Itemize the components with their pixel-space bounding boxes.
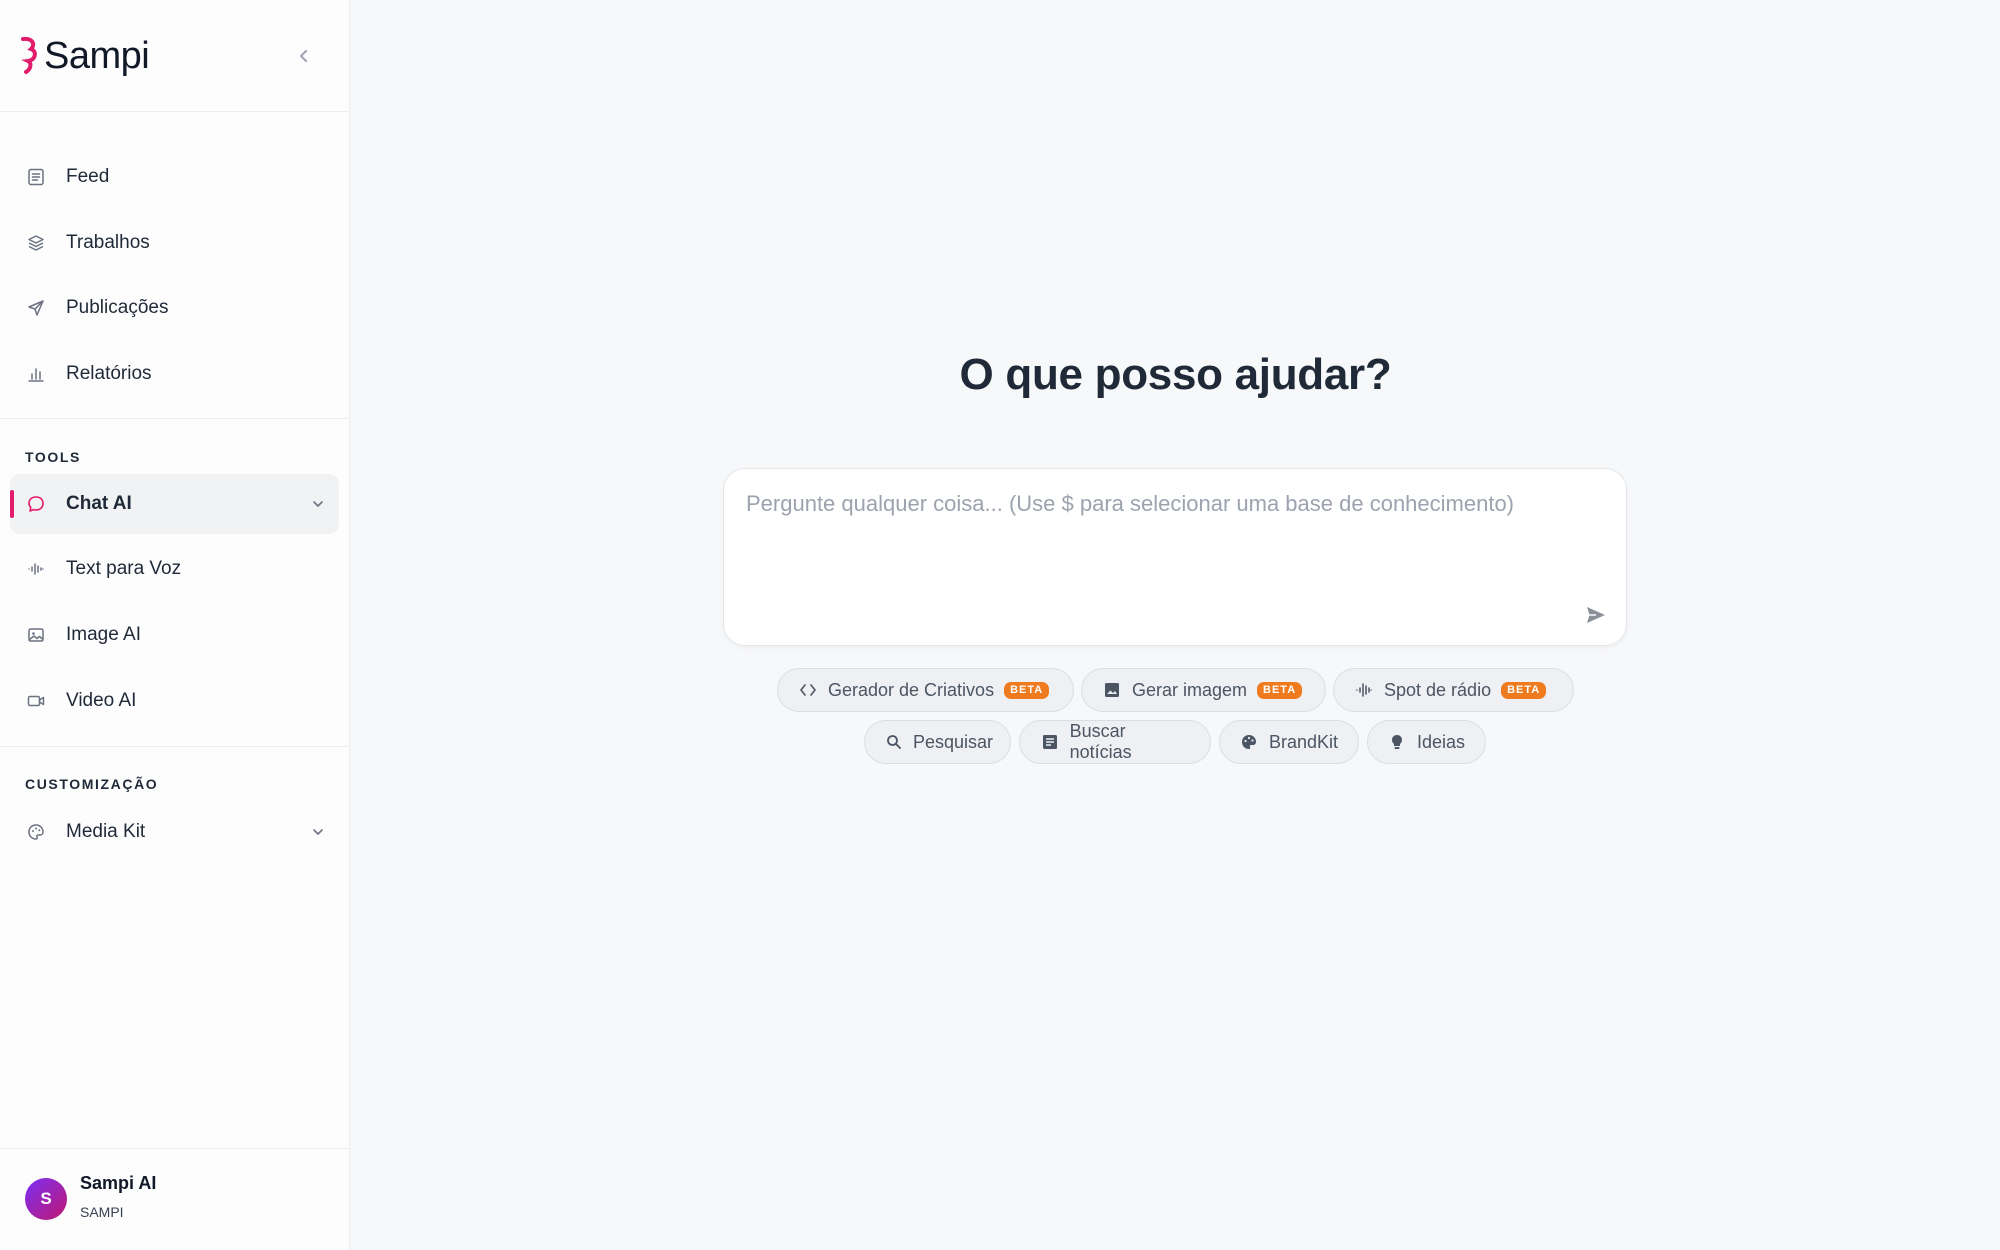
sidebar-item-media-kit[interactable]: Media Kit [10, 802, 339, 862]
video-camera-icon [24, 689, 48, 713]
sidebar-item-text-para-voz[interactable]: Text para Voz [10, 539, 339, 599]
news-icon [1040, 732, 1060, 752]
chip-label: Spot de rádio [1384, 679, 1492, 700]
page-title: O que posso ajudar? [959, 350, 1392, 399]
user-profile[interactable]: S Sampi AI SAMPI [0, 1148, 349, 1250]
divider [0, 746, 349, 747]
chip-label: Ideias [1416, 731, 1465, 752]
layers-icon [24, 231, 48, 255]
sampi-logo[interactable]: Sampi [20, 34, 150, 78]
user-org: SAMPI [80, 1204, 124, 1220]
beta-badge: BETA [1257, 681, 1303, 699]
app-root: Sampi Feed Trabalhos Publicações Relatór… [0, 0, 2000, 1250]
brand-row: Sampi [0, 0, 349, 112]
image-icon [1102, 680, 1122, 700]
sidebar-item-video-ai[interactable]: Video AI [10, 671, 339, 731]
chip-spot-de-radio[interactable]: Spot de rádio BETA [1333, 668, 1574, 712]
beta-badge: BETA [1004, 681, 1050, 699]
user-name: Sampi AI [80, 1173, 157, 1193]
sidebar-item-relatorios[interactable]: Relatórios [10, 344, 339, 404]
collapse-sidebar-button[interactable] [290, 42, 318, 70]
chevron-down-icon[interactable] [308, 494, 328, 514]
send-button[interactable] [1580, 599, 1612, 631]
palette-icon [24, 820, 48, 844]
palette-icon [1240, 732, 1259, 752]
chip-buscar-noticias[interactable]: Buscar notícias [1019, 720, 1211, 764]
search-icon [885, 732, 903, 752]
sidebar-item-label: Media Kit [66, 821, 146, 842]
sidebar-item-label: Publicações [66, 297, 169, 318]
prompt-box [723, 468, 1627, 646]
avatar[interactable]: S [25, 1178, 67, 1220]
sidebar-item-publicacoes[interactable]: Publicações [10, 278, 339, 338]
chat-bubble-icon [24, 492, 48, 516]
beta-badge: BETA [1501, 681, 1547, 699]
sidebar-item-label: Relatórios [66, 363, 152, 384]
section-title-tools: TOOLS [25, 449, 81, 465]
audio-wave-icon [24, 557, 48, 581]
sidebar-item-trabalhos[interactable]: Trabalhos [10, 213, 339, 273]
sampi-logo-mark-icon [21, 36, 37, 74]
sidebar-item-label: Image AI [66, 624, 141, 645]
main-content: O que posso ajudar? Gerador de Criativos… [351, 0, 2000, 1250]
section-title-customizacao: CUSTOMIZAÇÃO [25, 776, 159, 792]
image-icon [24, 623, 48, 647]
sidebar-item-chat-ai[interactable]: Chat AI [10, 474, 339, 534]
sidebar-item-label: Video AI [66, 690, 137, 711]
code-icon [798, 680, 818, 700]
sidebar-item-label: Feed [66, 166, 110, 187]
chip-gerar-imagem[interactable]: Gerar imagem BETA [1081, 668, 1326, 712]
chip-label: BrandKit [1268, 731, 1338, 752]
chevron-down-icon[interactable] [308, 822, 328, 842]
chip-label: Gerar imagem [1132, 679, 1248, 700]
sidebar-item-image-ai[interactable]: Image AI [10, 605, 339, 665]
chip-label: Buscar notícias [1069, 721, 1132, 762]
bar-chart-icon [24, 362, 48, 386]
prompt-input[interactable] [746, 491, 1596, 611]
chip-ideias[interactable]: Ideias [1367, 720, 1486, 764]
send-icon [1587, 607, 1605, 623]
audio-wave-icon [1354, 680, 1374, 700]
chip-label: Pesquisar [913, 731, 994, 752]
feed-icon [24, 165, 48, 189]
sidebar-item-label: Text para Voz [66, 558, 182, 579]
sidebar-item-label: Chat AI [66, 493, 132, 514]
chevron-left-icon [300, 50, 307, 62]
active-indicator [10, 490, 14, 518]
lightbulb-icon [1388, 732, 1407, 752]
divider [0, 418, 349, 419]
chip-pesquisar[interactable]: Pesquisar [864, 720, 1011, 764]
chip-brandkit[interactable]: BrandKit [1219, 720, 1359, 764]
sidebar: Sampi Feed Trabalhos Publicações Relatór… [0, 0, 350, 1250]
chip-gerador-de-criativos[interactable]: Gerador de Criativos BETA [777, 668, 1074, 712]
send-icon [24, 296, 48, 320]
logo-text: Sampi [44, 35, 150, 77]
sidebar-item-label: Trabalhos [66, 232, 150, 253]
sidebar-item-feed[interactable]: Feed [10, 147, 339, 207]
chip-label: Gerador de Criativos [828, 679, 995, 700]
